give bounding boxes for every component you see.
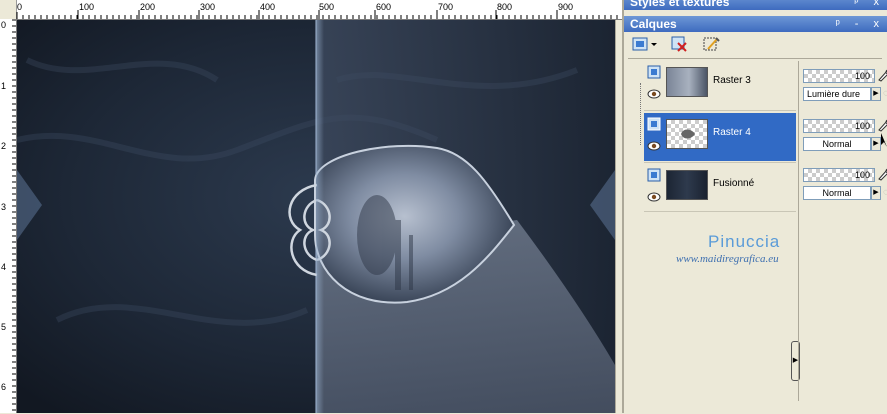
opacity-value: 100 — [854, 71, 870, 81]
layer-row-raster-3[interactable]: Raster 3 — [644, 61, 796, 109]
tree-connector — [640, 83, 642, 145]
layer-properties-button[interactable] — [700, 34, 722, 54]
ruler-label: 1 — [1, 81, 7, 91]
blend-mode-arrow[interactable]: ▶ — [871, 87, 881, 101]
layer-thumbnail — [666, 170, 708, 200]
divider — [644, 110, 796, 111]
lock-icon[interactable]: ◌ — [883, 186, 887, 200]
divider — [644, 211, 796, 212]
opacity-slider[interactable]: 100 — [803, 119, 875, 133]
opacity-value: 100 — [854, 170, 870, 180]
new-raster-layer-button[interactable] — [630, 34, 660, 54]
layer-props-fusionne: 100 Normal ▶ ◌ — [803, 166, 887, 210]
layer-thumbnail — [666, 119, 708, 149]
layers-panel: Styles et textures ᵖ x Calques ᵖ ‑ x Ras… — [622, 0, 887, 414]
visibility-eye-icon[interactable] — [647, 141, 661, 151]
ruler-vertical-ticks — [12, 19, 16, 411]
layer-name: Fusionné — [713, 178, 755, 189]
titlebar-controls[interactable]: ᵖ x — [854, 0, 885, 10]
edit-pen-icon[interactable] — [876, 68, 887, 82]
raster-layer-icon — [647, 65, 661, 79]
blend-mode-select[interactable]: Normal — [803, 137, 871, 151]
layer-row-raster-4[interactable]: Raster 4 — [644, 113, 796, 161]
ruler-label: 900 — [558, 2, 574, 12]
ruler-horizontal: 0 100 200 300 400 500 600 700 800 900 — [0, 0, 622, 20]
layer-name: Raster 4 — [713, 127, 751, 138]
blend-mode-select[interactable]: Normal — [803, 186, 871, 200]
layer-row-fusionne[interactable]: Fusionné — [644, 164, 796, 212]
divider — [644, 162, 796, 163]
ruler-label: 4 — [1, 262, 7, 272]
blend-mode-arrow[interactable]: ▶ — [871, 186, 881, 200]
ruler-label: 2 — [1, 141, 7, 151]
styles-textures-title: Styles et textures — [630, 0, 730, 9]
ruler-label: 0 — [1, 20, 7, 30]
ruler-label: 100 — [79, 2, 95, 12]
ruler-label: 0 — [17, 2, 23, 12]
styles-textures-titlebar[interactable]: Styles et textures ᵖ x — [624, 0, 887, 10]
blend-mode-arrow[interactable]: ▶ — [871, 137, 881, 151]
titlebar-controls[interactable]: ᵖ ‑ x — [836, 16, 885, 32]
raster-layer-icon — [647, 117, 661, 131]
ruler-label: 800 — [497, 2, 513, 12]
ruler-vertical: 0 1 2 3 4 5 6 — [0, 19, 17, 413]
edit-pen-icon[interactable] — [876, 167, 887, 181]
layer-properties-column: 100 Lumière dure ▶ ◌ 100 Normal ▶ ◌ 100 … — [798, 61, 887, 401]
opacity-slider[interactable]: 100 — [803, 168, 875, 182]
layer-props-raster-4: 100 Normal ▶ ◌ — [803, 117, 887, 161]
ruler-label: 500 — [319, 2, 335, 12]
visibility-eye-icon[interactable] — [647, 89, 661, 99]
layers-title: Calques — [630, 17, 677, 31]
canvas-image[interactable] — [17, 20, 615, 413]
lock-icon[interactable]: ◌ — [883, 87, 887, 101]
layer-name: Raster 3 — [713, 75, 751, 86]
blend-mode-select[interactable]: Lumière dure — [803, 87, 871, 101]
ruler-label: 600 — [376, 2, 392, 12]
visibility-eye-icon[interactable] — [647, 192, 661, 202]
opacity-value: 100 — [854, 121, 870, 131]
layer-thumbnail — [666, 67, 708, 97]
ruler-label: 400 — [260, 2, 276, 12]
opacity-slider[interactable]: 100 — [803, 69, 875, 83]
delete-layer-icon — [671, 36, 687, 52]
mouse-cursor-icon — [881, 133, 887, 147]
layer-properties-icon — [703, 37, 720, 51]
raster-layer-icon — [647, 168, 661, 182]
new-raster-layer-icon — [632, 37, 657, 51]
layer-list: Raster 3 Raster 4 Fusionné — [632, 61, 796, 401]
workspace: 0 100 200 300 400 500 600 700 800 900 0 … — [0, 0, 623, 413]
layers-toolbar — [628, 34, 883, 56]
ruler-label: 3 — [1, 202, 7, 212]
layer-props-raster-3: 100 Lumière dure ▶ ◌ — [803, 67, 887, 111]
ruler-label: 200 — [140, 2, 156, 12]
layers-titlebar[interactable]: Calques ᵖ ‑ x — [624, 16, 887, 32]
ruler-label: 700 — [438, 2, 454, 12]
delete-layer-button[interactable] — [668, 34, 690, 54]
ruler-label: 5 — [1, 322, 7, 332]
watermark-title: Pinuccia — [708, 232, 781, 251]
ruler-label: 6 — [1, 382, 7, 392]
ruler-label: 300 — [200, 2, 216, 12]
watermark-url: www.maidiregrafica.eu — [676, 253, 779, 265]
edit-pen-icon[interactable] — [876, 118, 887, 132]
